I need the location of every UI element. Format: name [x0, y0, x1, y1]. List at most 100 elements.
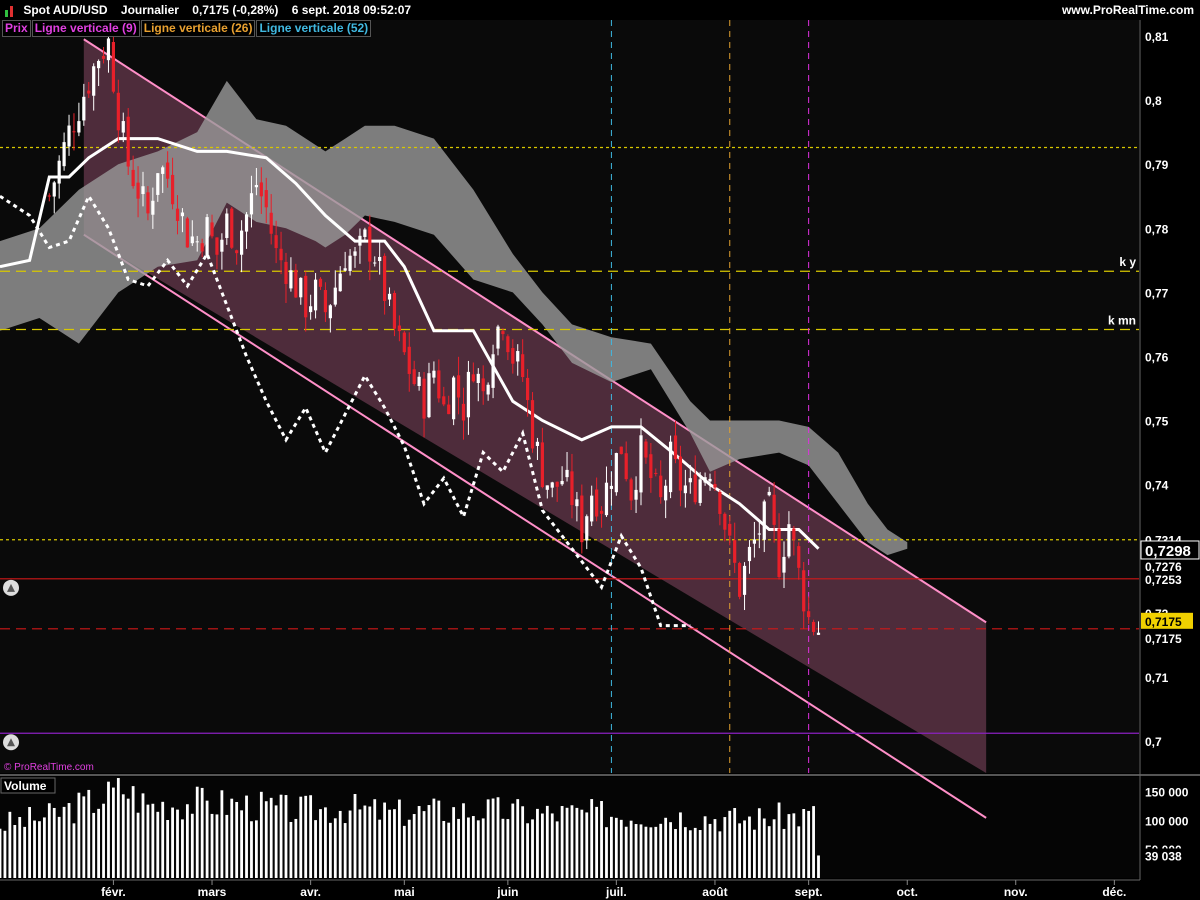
candle-body [811, 621, 816, 632]
alert-bell-icon[interactable] [3, 734, 19, 751]
volume-bar [126, 798, 130, 878]
volume-tick-label: 100 000 [1145, 814, 1189, 828]
volume-bar [521, 806, 525, 878]
candle-body [387, 293, 392, 300]
volume-bar [141, 793, 145, 878]
volume-bar [87, 789, 91, 878]
volume-bar [590, 799, 594, 878]
candle-body [382, 255, 387, 301]
volume-bar [28, 806, 31, 878]
candle-body [491, 354, 495, 388]
candle-body [87, 90, 91, 94]
current-price-label: 0,7298 [1145, 543, 1191, 560]
price-change: 0,7175 (-0,28%) [192, 3, 279, 17]
price-tick-label: 0,75 [1145, 415, 1169, 429]
volume-bar [782, 828, 786, 878]
brand-link[interactable]: www.ProRealTime.com [1062, 0, 1194, 20]
candle-body [57, 160, 61, 184]
candle-body [590, 495, 594, 522]
volume-bar [107, 781, 110, 878]
volume-bar [245, 795, 248, 878]
candle-body [782, 556, 786, 573]
volume-bar [151, 803, 155, 878]
price-tick-label: 0,76 [1145, 350, 1169, 364]
candle-body [521, 354, 525, 378]
candle-body [161, 167, 165, 174]
candle-body [353, 251, 357, 256]
candle-body [506, 336, 510, 353]
candle-body [156, 173, 160, 195]
chart-canvas[interactable]: k y k mn 0,81 0,8 0,79 0,78 0,77 0,76 0,75 0,74 0,… [0, 0, 1200, 900]
volume-bar [807, 810, 811, 878]
candle-body [772, 494, 776, 525]
time-tick-label: févr. [101, 885, 126, 899]
candle-body [560, 480, 564, 485]
volume-bar [304, 795, 308, 878]
legend-prix[interactable]: Prix [2, 20, 31, 37]
candle-body [304, 275, 308, 318]
timeframe[interactable]: Journalier [121, 3, 179, 17]
price-tick-label: 0,74 [1145, 479, 1169, 493]
candle-body [318, 278, 323, 287]
candle-body [659, 475, 663, 498]
volume-bar [195, 786, 199, 878]
candle-body [274, 235, 278, 249]
legend-ligne-9[interactable]: Ligne verticale (9) [31, 20, 140, 37]
candle-body [456, 375, 461, 398]
candle-body [259, 182, 263, 197]
volume-bar [723, 817, 727, 878]
time-tick-label: juil. [605, 885, 627, 899]
volume-bar [47, 803, 51, 878]
candle-body [397, 325, 401, 332]
volume-bar [289, 821, 293, 878]
candle-body [323, 290, 328, 313]
candle-body [442, 396, 446, 405]
volume-bar [491, 798, 495, 878]
volume-bar [82, 796, 86, 878]
candle-body [101, 56, 106, 59]
alert-bell-icon[interactable] [3, 579, 19, 596]
candle-body [185, 218, 189, 248]
candle-body [718, 491, 722, 514]
volume-bar [457, 818, 460, 878]
volume-bar [698, 830, 702, 878]
price-tick-label: 0,79 [1145, 158, 1169, 172]
volume-bar [264, 801, 268, 878]
volume-bar [639, 824, 643, 878]
price-tick-label: 0,7 [1145, 735, 1162, 749]
volume-bar [353, 794, 357, 878]
volume-bar [92, 812, 96, 878]
volume-bar [595, 806, 599, 878]
candle-body [570, 471, 574, 506]
candle-body [471, 374, 475, 382]
volume-bar [18, 817, 22, 878]
price-tick-label: 0,77 [1145, 286, 1169, 300]
bars-icon [5, 5, 13, 17]
candle-body [619, 446, 623, 455]
legend-ligne-26[interactable]: Ligne verticale (26) [140, 20, 256, 37]
volume-bar [176, 809, 179, 878]
volume-label: Volume [4, 779, 47, 793]
volume-bar [220, 790, 224, 878]
volume-bar [545, 805, 549, 878]
volume-bar [23, 826, 27, 878]
volume-bar [447, 822, 451, 878]
candle-body [688, 478, 692, 483]
volume-bar [230, 798, 234, 878]
volume-bar [476, 820, 480, 878]
volume-bar [496, 797, 500, 878]
candle-body [111, 42, 116, 92]
candle-body [723, 513, 727, 530]
legend-ligne-52[interactable]: Ligne verticale (52) [256, 20, 372, 37]
volume-bar [328, 822, 332, 878]
candle-body [565, 469, 569, 478]
volume-bar [299, 796, 303, 878]
candle-body [762, 501, 766, 540]
candle-body [516, 351, 520, 362]
volume-bar [511, 803, 515, 878]
volume-bar [225, 814, 229, 878]
volume-bar [33, 820, 36, 878]
candle-body [417, 376, 421, 386]
volume-bar [471, 816, 475, 878]
volume-bar [397, 799, 401, 878]
